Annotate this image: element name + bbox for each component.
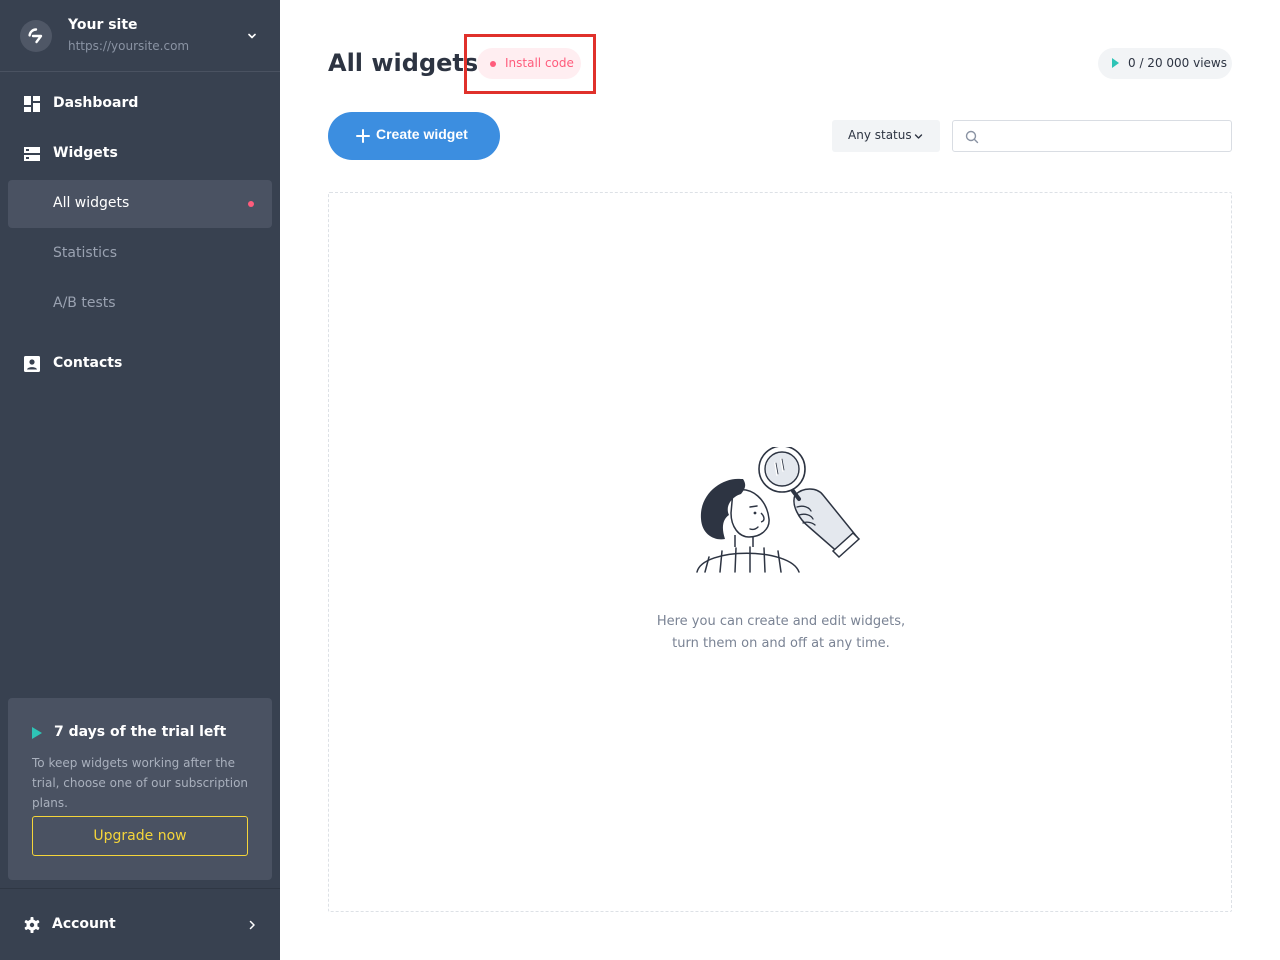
site-logo xyxy=(20,20,52,52)
play-icon xyxy=(1112,58,1119,68)
plus-icon xyxy=(356,129,370,143)
search-field[interactable] xyxy=(952,120,1232,152)
views-count: 0 / 20 000 views xyxy=(1128,56,1227,70)
status-dot xyxy=(490,61,496,67)
logo-icon xyxy=(28,28,43,44)
sidebar-item-account[interactable]: Account xyxy=(0,888,280,960)
chevron-down-icon xyxy=(248,33,256,39)
site-switcher[interactable]: Your site https://yoursite.com xyxy=(0,0,280,72)
sidebar-item-label: Statistics xyxy=(53,245,117,261)
search-input[interactable] xyxy=(987,125,1223,147)
gear-icon xyxy=(24,917,40,933)
empty-state-panel: Here you can create and edit widgets, tu… xyxy=(328,192,1232,912)
create-widget-label: Create widget xyxy=(376,126,468,142)
sidebar-item-label: All widgets xyxy=(53,195,130,211)
empty-state-line: Here you can create and edit widgets, xyxy=(656,614,906,629)
sidebar-item-statistics[interactable]: Statistics xyxy=(8,230,272,278)
sidebar-item-label: A/B tests xyxy=(53,295,116,311)
dashboard-icon xyxy=(24,96,40,112)
account-label: Account xyxy=(52,916,116,932)
sidebar-item-all-widgets[interactable]: All widgets xyxy=(8,180,272,228)
site-name: Your site xyxy=(68,17,138,33)
upgrade-now-button[interactable]: Upgrade now xyxy=(32,816,248,856)
views-counter-badge: 0 / 20 000 views xyxy=(1098,48,1232,79)
notification-dot xyxy=(248,201,254,207)
trial-description: To keep widgets working after the trial,… xyxy=(32,756,249,810)
trial-title: 7 days of the trial left xyxy=(54,724,227,740)
install-code-label: Install code xyxy=(505,56,574,70)
status-filter-value: Any status xyxy=(848,128,912,142)
play-icon xyxy=(32,727,42,739)
person-with-magnifier-illustration xyxy=(696,447,861,573)
create-widget-button[interactable]: Create widget xyxy=(328,112,500,160)
sidebar-item-dashboard[interactable]: Dashboard xyxy=(8,80,272,128)
site-url: https://yoursite.com xyxy=(68,39,190,53)
sidebar-item-label: Contacts xyxy=(53,355,123,371)
chevron-right-icon xyxy=(249,920,255,930)
search-icon xyxy=(965,130,979,144)
empty-state-line: turn them on and off at any time. xyxy=(672,636,890,651)
sidebar-item-label: Widgets xyxy=(53,145,118,161)
install-code-badge[interactable]: Install code xyxy=(477,48,581,79)
status-filter-dropdown[interactable]: Any status xyxy=(832,120,940,152)
contact-card-icon xyxy=(24,356,40,372)
sidebar: Your site https://yoursite.com Dashboard… xyxy=(0,0,280,960)
sidebar-item-widgets[interactable]: Widgets xyxy=(8,130,272,178)
trial-card: 7 days of the trial left To keep widgets… xyxy=(8,698,272,880)
chevron-down-icon xyxy=(914,134,923,139)
widgets-icon xyxy=(24,147,40,161)
sidebar-item-ab-tests[interactable]: A/B tests xyxy=(8,280,272,328)
page-title: All widgets xyxy=(328,49,479,77)
sidebar-item-label: Dashboard xyxy=(53,95,139,111)
sidebar-item-contacts[interactable]: Contacts xyxy=(8,340,272,388)
empty-state-message: Here you can create and edit widgets, tu… xyxy=(581,611,981,655)
